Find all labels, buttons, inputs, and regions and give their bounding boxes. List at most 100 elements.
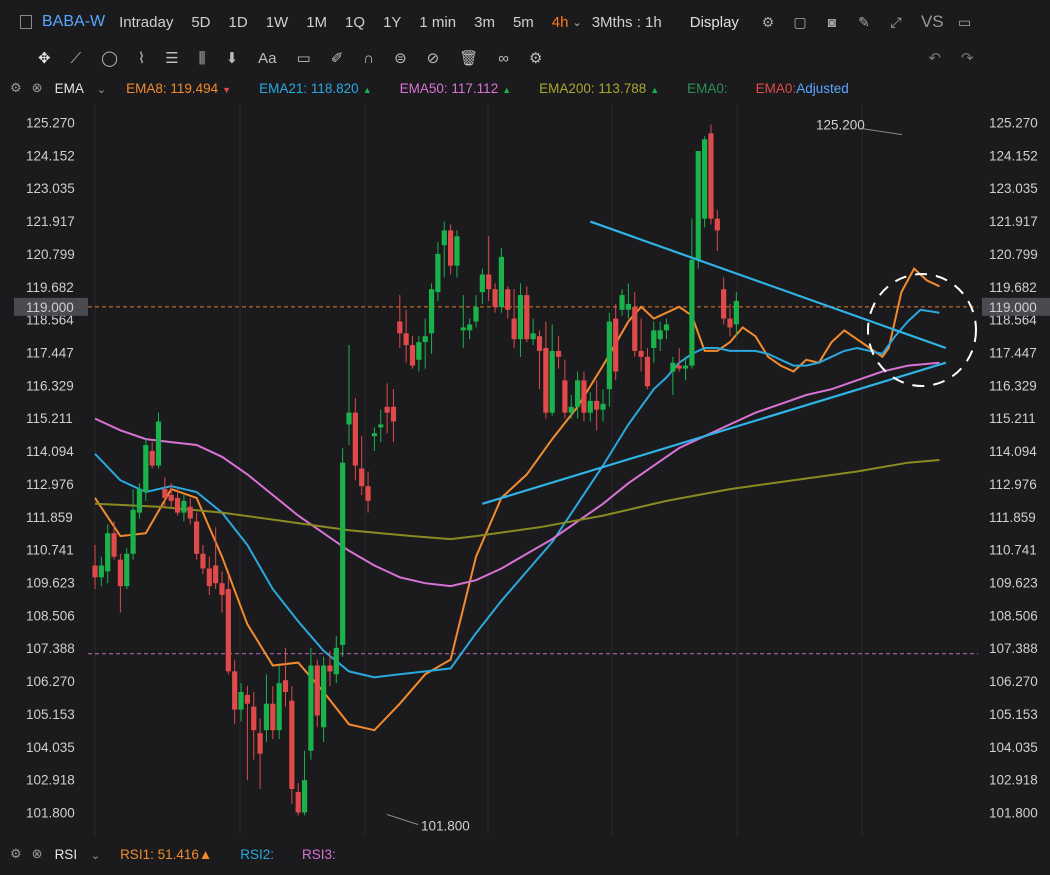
candle-body — [162, 489, 168, 498]
candle-body — [409, 345, 416, 366]
candle-body — [124, 553, 130, 587]
candle-body — [676, 365, 682, 369]
y-tick-label-left: 123.035 — [26, 181, 75, 196]
candle-body — [467, 324, 473, 331]
candle-body — [562, 380, 568, 413]
candle-body — [555, 350, 562, 357]
candle-body — [536, 336, 543, 351]
candle-body — [187, 506, 193, 519]
y-tick-label-right: 116.329 — [989, 378, 1037, 393]
candle-body — [282, 680, 289, 692]
y-tick-label-right: 117.447 — [989, 345, 1037, 360]
y-tick-label-right: 109.623 — [989, 576, 1038, 591]
candle-body — [105, 533, 111, 572]
high-annotation: 125.200 — [816, 118, 865, 133]
candle-body — [733, 300, 739, 325]
candle-body — [378, 424, 384, 428]
candle-body — [460, 327, 466, 331]
y-tick-label-right: 110.741 — [989, 543, 1037, 558]
candle-body — [568, 406, 574, 413]
candle-body — [206, 568, 212, 587]
y-tick-label-left: 120.799 — [26, 247, 75, 262]
rsi-indicator-name[interactable]: RSI ⌄ — [55, 847, 101, 862]
candle-body — [397, 321, 403, 334]
candle-body — [295, 791, 301, 813]
candle-body — [702, 139, 708, 219]
candle-body — [651, 330, 657, 348]
candle-body — [314, 665, 320, 716]
candle-body — [213, 565, 219, 584]
candle-body — [435, 253, 441, 293]
candle-body — [663, 324, 670, 331]
y-tick-label-right: 111.859 — [989, 510, 1036, 525]
candle-body — [289, 700, 295, 789]
candle-body — [340, 462, 346, 645]
candle-body — [111, 533, 117, 557]
y-tick-label-left: 104.035 — [26, 740, 75, 755]
candle-body — [619, 295, 625, 310]
current-price-left: 119.000 — [26, 300, 74, 315]
y-tick-label-left: 102.918 — [26, 773, 75, 788]
y-tick-label-left: 124.152 — [26, 148, 75, 163]
candle-body — [708, 133, 714, 219]
candle-body — [657, 330, 663, 340]
y-tick-label-left: 107.388 — [26, 641, 75, 656]
candle-body — [225, 589, 231, 672]
candle-body — [606, 321, 612, 390]
candle-body — [232, 671, 238, 710]
y-tick-label-right: 119.682 — [989, 280, 1037, 295]
candle-body — [219, 583, 225, 595]
candle-body — [130, 509, 136, 554]
candle-body — [473, 306, 479, 322]
candle-body — [251, 706, 257, 731]
y-tick-label-left: 119.682 — [26, 280, 74, 295]
candle-body — [575, 380, 581, 407]
candle-body — [371, 433, 377, 437]
rsi-legend: ⚙ ⊗ RSI ⌄ RSI1: 51.416▲ RSI2: RSI3: — [0, 842, 1050, 866]
y-tick-label-right: 102.918 — [989, 773, 1038, 788]
y-tick-label-right: 107.388 — [989, 641, 1038, 656]
candle-body — [181, 500, 187, 513]
candle-body — [238, 691, 244, 710]
candle-body — [155, 421, 162, 466]
candle-body — [98, 565, 104, 578]
candle-body — [530, 333, 536, 340]
y-tick-label-right: 106.270 — [989, 674, 1038, 689]
candle-body — [594, 400, 600, 410]
candle-body — [422, 336, 428, 343]
candle-body — [613, 318, 619, 372]
low-annotation: 101.800 — [421, 818, 470, 833]
rsi-close-icon[interactable]: ⊗ — [32, 846, 43, 862]
candle-body — [505, 289, 511, 310]
y-tick-label-right: 125.270 — [989, 116, 1038, 131]
candle-body — [244, 694, 250, 704]
price-chart[interactable]: 125.270 125.270 124.152 124.152 123.035 123.0… — [0, 0, 1050, 875]
candle-body — [498, 256, 504, 307]
candle-body — [524, 295, 530, 340]
y-tick-label-left: 117.447 — [26, 345, 74, 360]
y-tick-label-left: 112.976 — [26, 477, 74, 492]
candle-body — [276, 683, 282, 731]
candle-body — [689, 259, 695, 366]
candle-body — [352, 412, 358, 466]
candle-body — [168, 494, 174, 501]
candle-body — [721, 289, 727, 319]
candle-body — [136, 489, 143, 513]
candle-body — [359, 468, 365, 487]
y-tick-label-right: 101.800 — [989, 805, 1038, 820]
candle-body — [695, 151, 701, 260]
y-tick-label-left: 116.329 — [26, 378, 74, 393]
candle-body — [365, 486, 371, 501]
y-tick-label-left: 114.094 — [26, 444, 74, 459]
y-tick-label-left: 121.917 — [26, 214, 75, 229]
candle-body — [587, 400, 593, 413]
candle-body — [486, 274, 492, 290]
candle-body — [632, 306, 638, 351]
candle-body — [492, 289, 498, 307]
candle-body — [416, 342, 422, 360]
y-tick-label-left: 110.741 — [26, 543, 74, 558]
candle-body — [600, 403, 606, 410]
candle-body — [454, 236, 460, 266]
y-tick-label-left: 125.270 — [26, 116, 75, 131]
rsi-settings-icon[interactable]: ⚙ — [10, 846, 22, 862]
